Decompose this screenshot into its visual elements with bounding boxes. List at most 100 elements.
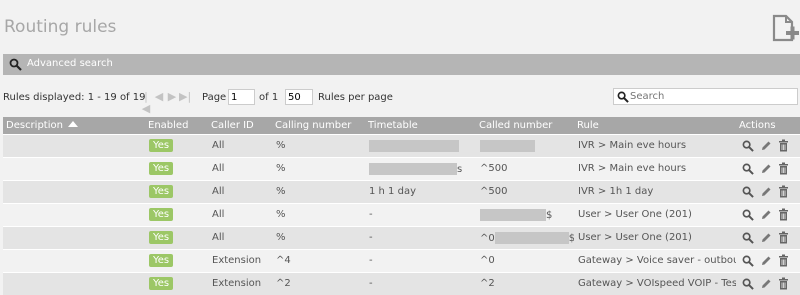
sort-ascending-icon xyxy=(67,120,78,127)
timetable-value: - xyxy=(369,255,373,266)
table-row[interactable]: Yes Extension ^2- ^2 Gateway > VOIspeed VOIP… xyxy=(3,271,800,295)
description-cell xyxy=(3,202,145,226)
view-icon[interactable] xyxy=(742,278,754,290)
pager-nav: |◀ ◀ ▶ ▶| xyxy=(140,91,191,115)
table-row[interactable]: Yes Extension ^4- ^0 Gateway > Voice saver -… xyxy=(3,248,800,272)
enabled-badge[interactable]: Yes xyxy=(149,254,174,267)
rule-cell: Gateway > Voice saver - outbound xyxy=(574,248,736,272)
table-row[interactable]: Yes All%- ^0 $User > User One (201) xyxy=(3,225,800,249)
caller-id-cell: All xyxy=(208,179,272,203)
enabled-badge[interactable]: Yes xyxy=(149,139,174,152)
table-row[interactable]: Yes All% 1 h 1 day ^500 IVR > 1h 1 day xyxy=(3,179,800,203)
edit-icon[interactable] xyxy=(760,232,772,244)
called-number-cell xyxy=(476,133,574,157)
enabled-badge[interactable]: Yes xyxy=(149,185,174,198)
search-box[interactable] xyxy=(613,88,798,105)
first-page-icon[interactable]: |◀ xyxy=(140,91,152,115)
calling-number-cell: ^2 xyxy=(272,271,365,295)
col-calling-number[interactable]: Calling number xyxy=(272,117,365,134)
table-row[interactable]: Yes All% IVR > Main eve hours xyxy=(3,133,800,157)
next-page-icon[interactable]: ▶ xyxy=(166,91,178,103)
called-number-cell: ^500 xyxy=(476,156,574,180)
enabled-badge[interactable]: Yes xyxy=(149,208,174,221)
col-called-number[interactable]: Called number xyxy=(476,117,574,134)
edit-icon[interactable] xyxy=(760,163,772,175)
view-icon[interactable] xyxy=(742,140,754,152)
view-icon[interactable] xyxy=(742,186,754,198)
col-description[interactable]: Description xyxy=(3,117,145,134)
table-row[interactable]: Yes All% - $ User > User One (201) xyxy=(3,202,800,226)
delete-icon[interactable] xyxy=(778,185,789,198)
description-cell xyxy=(3,271,145,295)
actions-cell xyxy=(736,225,800,249)
delete-icon[interactable] xyxy=(778,162,789,175)
called-number-value: ^500 xyxy=(480,163,508,174)
view-icon[interactable] xyxy=(742,232,754,244)
delete-icon[interactable] xyxy=(778,254,789,267)
delete-icon[interactable] xyxy=(778,231,789,244)
rule-cell: User > User One (201) xyxy=(574,225,736,249)
caller-id-cell: All xyxy=(208,225,272,249)
view-icon[interactable] xyxy=(742,163,754,175)
rule-cell: IVR > Main eve hours xyxy=(574,133,736,157)
search-icon xyxy=(617,91,629,103)
col-caller-id[interactable]: Caller ID xyxy=(208,117,272,134)
enabled-cell: Yes xyxy=(145,271,208,295)
caller-id-cell: Extension xyxy=(208,271,272,295)
rules-displayed-info: Rules displayed: 1 - 19 of 19 xyxy=(3,92,146,103)
rule-cell: IVR > 1h 1 day xyxy=(574,179,736,203)
timetable-cell: s xyxy=(365,156,476,180)
enabled-badge[interactable]: Yes xyxy=(149,277,174,291)
enabled-cell: Yes xyxy=(145,156,208,180)
page-label: Page xyxy=(202,92,227,103)
delete-icon[interactable] xyxy=(778,139,789,152)
view-icon[interactable] xyxy=(742,209,754,221)
caller-id-cell: All xyxy=(208,156,272,180)
enabled-cell: Yes xyxy=(145,225,208,249)
edit-icon[interactable] xyxy=(760,255,772,267)
called-number-cell: ^0 xyxy=(476,248,574,272)
table-row[interactable]: Yes All% s ^500 IVR > Main eve hours xyxy=(3,156,800,180)
advanced-search-bar[interactable]: Advanced search xyxy=(3,54,800,75)
view-icon[interactable] xyxy=(742,255,754,267)
advanced-search-label: Advanced search xyxy=(27,58,113,69)
called-number-suffix: $ xyxy=(569,233,574,244)
prev-page-icon[interactable]: ◀ xyxy=(153,91,165,103)
actions-cell xyxy=(736,179,800,203)
enabled-cell: Yes xyxy=(145,179,208,203)
actions-cell xyxy=(736,133,800,157)
enabled-badge[interactable]: Yes xyxy=(149,231,174,244)
new-page-plus-icon[interactable] xyxy=(768,12,800,44)
search-input[interactable] xyxy=(630,89,795,104)
timetable-cell: 1 h 1 day xyxy=(365,179,476,203)
page-of-label: of 1 xyxy=(259,92,279,103)
delete-icon[interactable] xyxy=(778,277,789,290)
search-icon xyxy=(9,58,22,71)
timetable-value: - xyxy=(369,209,373,220)
delete-icon[interactable] xyxy=(778,208,789,221)
rule-cell: Gateway > VOIspeed VOIP - Test xyxy=(574,271,736,295)
caller-id-cell: All xyxy=(208,133,272,157)
col-timetable[interactable]: Timetable xyxy=(365,117,476,134)
description-cell xyxy=(3,156,145,180)
header: Routing rules xyxy=(0,0,800,52)
col-rule[interactable]: Rule xyxy=(574,117,736,134)
enabled-badge[interactable]: Yes xyxy=(149,162,174,175)
redacted-block xyxy=(369,162,457,175)
edit-icon[interactable] xyxy=(760,278,772,290)
timetable-value: s xyxy=(457,163,463,175)
actions-cell xyxy=(736,202,800,226)
redacted-block xyxy=(480,139,535,152)
called-number-value: ^0 xyxy=(480,255,495,266)
edit-icon[interactable] xyxy=(760,140,772,152)
description-cell xyxy=(3,225,145,249)
called-number-cell: $ xyxy=(476,202,574,226)
rules-per-page-input[interactable] xyxy=(285,89,313,105)
last-page-icon[interactable]: ▶| xyxy=(179,91,191,103)
enabled-cell: Yes xyxy=(145,133,208,157)
timetable-cell: - xyxy=(365,248,476,272)
edit-icon[interactable] xyxy=(760,209,772,221)
col-enabled[interactable]: Enabled xyxy=(145,117,208,134)
edit-icon[interactable] xyxy=(760,186,772,198)
page-number-input[interactable] xyxy=(228,89,255,105)
